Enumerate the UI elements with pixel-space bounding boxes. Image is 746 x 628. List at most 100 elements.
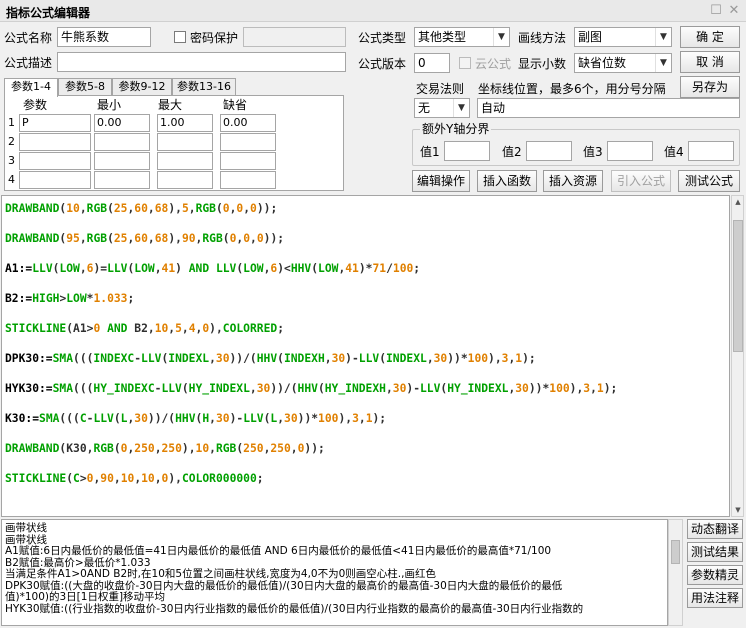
formula-version-input[interactable]: 0 xyxy=(414,53,450,73)
import-formula-button[interactable]: 引入公式 xyxy=(611,170,671,192)
param-name-cell[interactable] xyxy=(19,133,91,151)
insert-function-button[interactable]: 插入函数 xyxy=(477,170,537,192)
test-result-button[interactable]: 测试结果 xyxy=(687,542,743,562)
param-default-cell[interactable] xyxy=(220,152,276,170)
scrollbar-thumb[interactable] xyxy=(671,540,680,564)
scroll-down-icon[interactable]: ▼ xyxy=(733,505,743,515)
chevron-down-icon: ▼ xyxy=(493,28,509,46)
code-line: B2:=HIGH>LOW*1.033; xyxy=(5,292,135,305)
param-max-cell[interactable] xyxy=(157,133,213,151)
explanation-line: A1赋值:6日内最低价的最低值=41日内最低价的最低值 AND 6日内最低价的最… xyxy=(5,545,552,557)
code-line: STICKLINE(A1>0 AND B2,10,5,4,0),COLORRED… xyxy=(5,322,285,335)
tab-params-5-8[interactable]: 参数5-8 xyxy=(58,78,112,96)
y-value-4-input[interactable] xyxy=(688,141,734,161)
row-number: 4 xyxy=(8,173,15,186)
window-title: 指标公式编辑器 xyxy=(6,6,91,20)
test-formula-button[interactable]: 测试公式 xyxy=(678,170,740,192)
formula-type-value: 其他类型 xyxy=(418,30,467,44)
y-value-2-input[interactable] xyxy=(526,141,572,161)
row-number: 1 xyxy=(8,116,15,129)
cloud-formula-checkbox[interactable] xyxy=(459,57,471,69)
decimal-label: 显示小数 xyxy=(518,57,567,71)
param-header-max: 最大 xyxy=(158,98,183,112)
param-min-cell[interactable]: 0.00 xyxy=(94,114,150,132)
save-as-button[interactable]: 另存为 xyxy=(680,76,740,98)
code-line: STICKLINE(C>0,90,10,10,0),COLOR000000; xyxy=(5,472,264,485)
password-input[interactable] xyxy=(243,27,346,47)
scroll-up-icon[interactable]: ▲ xyxy=(733,197,743,207)
param-max-cell[interactable] xyxy=(157,152,213,170)
explanation-line: 画带状线 xyxy=(5,522,47,534)
decimal-select[interactable]: 缺省位数 ▼ xyxy=(574,53,672,73)
decimal-value: 缺省位数 xyxy=(578,56,627,70)
param-default-cell[interactable] xyxy=(220,171,276,189)
param-max-cell[interactable]: 1.00 xyxy=(157,114,213,132)
explanation-line: 当满足条件A1>0AND B2时,在10和5位置之间画柱状线,宽度为4,0不为0… xyxy=(5,568,436,580)
y-value-3-input[interactable] xyxy=(607,141,653,161)
y-value-3-label: 值3 xyxy=(583,145,603,159)
editor-scrollbar[interactable]: ▲ ▼ xyxy=(731,195,744,517)
param-table: 参数 最小 最大 缺省 1 P 0.00 1.00 0.00 2 3 4 xyxy=(4,95,344,191)
chevron-down-icon: ▼ xyxy=(655,54,671,72)
maximize-icon[interactable]: ☐ xyxy=(708,3,724,19)
formula-name-label: 公式名称 xyxy=(4,31,53,45)
usage-note-button[interactable]: 用法注释 xyxy=(687,588,743,608)
scrollbar-thumb[interactable] xyxy=(733,220,743,352)
y-value-4-label: 值4 xyxy=(664,145,684,159)
formula-explanation-panel: 画带状线 画带状线 A1赋值:6日内最低价的最低值=41日内最低价的最低值 AND … xyxy=(1,519,668,626)
formula-name-input[interactable]: 牛熊系数 xyxy=(57,27,151,47)
password-checkbox[interactable] xyxy=(174,31,186,43)
trade-rule-select[interactable]: 无 ▼ xyxy=(414,98,470,118)
param-default-cell[interactable] xyxy=(220,133,276,151)
formula-version-label: 公式版本 xyxy=(358,57,407,71)
explanation-scrollbar[interactable] xyxy=(668,519,683,626)
trade-rule-label: 交易法则 xyxy=(416,82,465,96)
param-max-cell[interactable] xyxy=(157,171,213,189)
code-line: K30:=SMA(((C-LLV(L,30))/(HHV(H,30)-LLV(L… xyxy=(5,412,387,425)
close-icon[interactable]: ✕ xyxy=(726,3,742,19)
code-line: DRAWBAND(10,RGB(25,60,68),5,RGB(0,0,0)); xyxy=(5,202,278,215)
cloud-formula-label: 云公式 xyxy=(475,57,512,71)
code-line: DPK30:=SMA(((INDEXC-LLV(INDEXL,30))/(HHV… xyxy=(5,352,536,365)
trade-rule-value: 无 xyxy=(418,101,431,115)
param-header-default: 缺省 xyxy=(223,98,248,112)
param-default-cell[interactable]: 0.00 xyxy=(220,114,276,132)
formula-type-label: 公式类型 xyxy=(358,31,407,45)
param-name-cell[interactable]: P xyxy=(19,114,91,132)
explanation-line: 值)*100)的3日[1日权重]移动平均 xyxy=(5,591,166,603)
param-wizard-button[interactable]: 参数精灵 xyxy=(687,565,743,585)
param-min-cell[interactable] xyxy=(94,171,150,189)
param-min-cell[interactable] xyxy=(94,133,150,151)
explanation-line: HYK30赋值:((行业指数的收盘价-30日内行业指数的最低价的最低值)/(30… xyxy=(5,602,584,615)
formula-code-editor[interactable]: DRAWBAND(10,RGB(25,60,68),5,RGB(0,0,0));… xyxy=(1,195,730,517)
tab-params-9-12[interactable]: 参数9-12 xyxy=(112,78,172,96)
param-name-cell[interactable] xyxy=(19,152,91,170)
tab-params-1-4[interactable]: 参数1-4 xyxy=(4,78,58,97)
cancel-button[interactable]: 取 消 xyxy=(680,51,740,73)
y-value-1-input[interactable] xyxy=(444,141,490,161)
extra-y-axis-title: 额外Y轴分界 xyxy=(420,122,492,136)
param-min-cell[interactable] xyxy=(94,152,150,170)
code-line: DRAWBAND(K30,RGB(0,250,250),10,RGB(250,2… xyxy=(5,442,325,455)
param-name-cell[interactable] xyxy=(19,171,91,189)
draw-method-select[interactable]: 副图 ▼ xyxy=(574,27,672,47)
explanation-line: 画带状线 xyxy=(5,533,47,546)
param-header-min: 最小 xyxy=(97,98,122,112)
title-bar: 指标公式编辑器 ☐ ✕ xyxy=(0,0,746,22)
row-number: 2 xyxy=(8,135,15,148)
ok-button[interactable]: 确 定 xyxy=(680,26,740,48)
formula-desc-label: 公式描述 xyxy=(4,56,53,70)
coord-line-label: 坐标线位置，最多6个，用分号分隔 xyxy=(478,82,666,96)
draw-method-value: 副图 xyxy=(578,30,603,44)
code-line: HYK30:=SMA(((HY_INDEXC-LLV(HY_INDEXL,30)… xyxy=(5,382,618,395)
edit-operation-button[interactable]: 编辑操作 xyxy=(412,170,470,192)
code-line: DRAWBAND(95,RGB(25,60,68),90,RGB(0,0,0))… xyxy=(5,232,285,245)
dynamic-translate-button[interactable]: 动态翻译 xyxy=(687,519,743,539)
row-number: 3 xyxy=(8,154,15,167)
formula-desc-input[interactable] xyxy=(57,52,346,72)
formula-type-select[interactable]: 其他类型 ▼ xyxy=(414,27,510,47)
insert-resource-button[interactable]: 插入资源 xyxy=(543,170,603,192)
chevron-down-icon: ▼ xyxy=(453,99,469,117)
tab-params-13-16[interactable]: 参数13-16 xyxy=(172,78,236,96)
coord-line-input[interactable]: 自动 xyxy=(477,98,740,118)
